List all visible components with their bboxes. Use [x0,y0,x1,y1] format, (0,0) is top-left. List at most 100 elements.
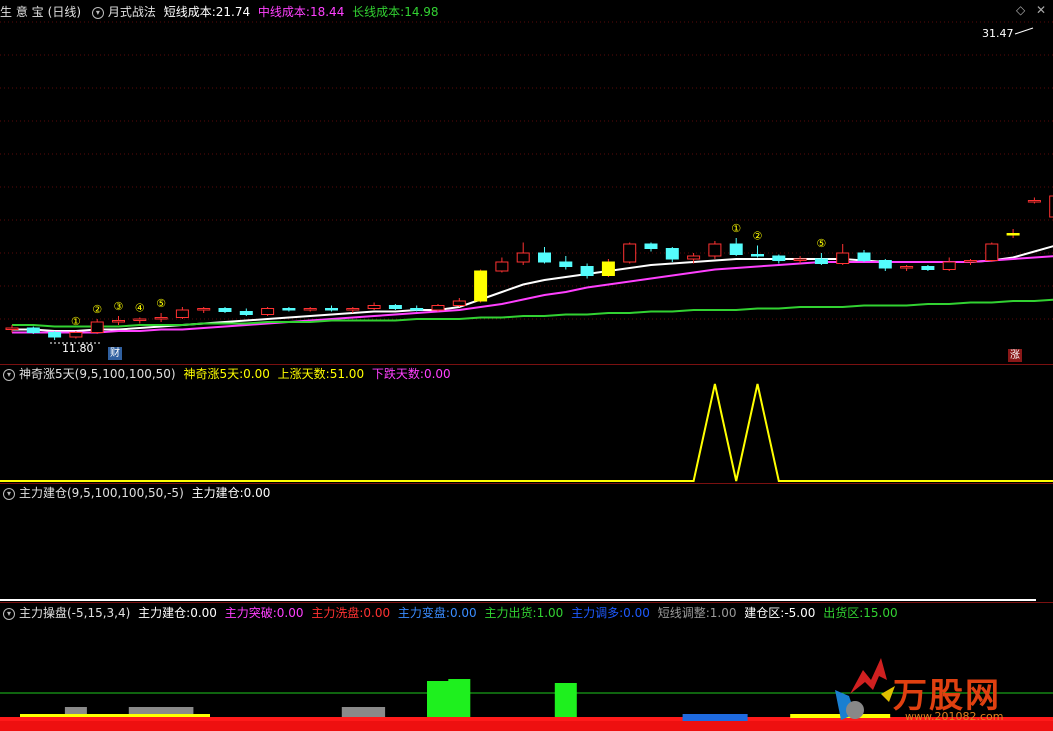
op-build-value: 0.00 [190,606,217,620]
candle-body [261,308,275,315]
circled-marker: ① [731,222,741,235]
operation-header: ▾ 主力操盘(-5,15,3,4) 主力建仓:0.00 主力突破:0.00 主力洗… [0,604,902,622]
magic-rise-title[interactable]: 神奇涨5天(9,5,100,100,50) [19,367,176,381]
operation-title[interactable]: 主力操盘(-5,15,3,4) [19,606,130,620]
down-days-label: 下跌天数: [371,367,424,381]
adjust-bar [341,707,364,717]
cai-badge[interactable]: 财 [108,347,122,360]
high-price-label: 31.47 [982,27,1014,40]
op-ship-label: 主力出货: [484,606,537,620]
indicator-name[interactable]: 月式战法 [108,5,156,19]
candle-body [452,300,466,306]
magic-rise-panel[interactable]: ▾ 神奇涨5天(9,5,100,100,50) 神奇涨5天: 0.00 上涨天数:5… [0,365,1053,483]
period-label[interactable]: (日线) [48,5,81,19]
close-icon[interactable]: ✕ [1036,3,1046,17]
ma-line-0 [12,245,1053,332]
candle-body [410,308,424,311]
circled-marker: ② [753,230,763,243]
low-price-label: 11.80 [62,342,94,355]
main-chart-panel[interactable]: ①②③④⑤①②⑤ 生 意 宝 (日线) ▾ 月式战法 短线成本:21.74 中线成本… [0,0,1053,364]
indicator-toggle-icon[interactable]: ▾ [3,487,15,500]
candle-body [708,243,722,257]
build-position-panel[interactable]: ▾ 主力建仓(9,5,100,100,50,-5) 主力建仓:0.00 [0,484,1053,602]
adjust-bar [363,707,386,717]
circled-marker: ⑤ [156,297,166,310]
stock-name[interactable]: 生 意 宝 [0,5,44,19]
ship-bar [427,681,449,717]
main-header: 生 意 宝 (日线) ▾ 月式战法 短线成本:21.74 中线成本:18.44 长线… [0,3,443,21]
candle-body [1006,233,1020,236]
mid-cost-label: 中线成本: [257,5,310,19]
candle-body [239,311,253,315]
candle-body [48,332,62,338]
op-long-value: 0.00 [623,606,650,620]
short-cost-value: 21.74 [215,5,251,19]
build-position-title[interactable]: 主力建仓(9,5,100,100,50,-5) [19,486,184,500]
candlestick-chart[interactable]: ①② ③ ④ ⑤①②⑤ [0,0,1053,364]
candle-body [942,261,956,270]
op-ship-value: 1.00 [536,606,564,620]
mid-cost-value: 18.44 [309,5,345,19]
short-cost-label: 短线成本: [163,5,216,19]
candle-body [814,258,828,264]
long-cost-value: 14.98 [404,5,439,19]
candle-body [26,327,40,333]
candle-body [197,308,211,311]
indicator-toggle-icon[interactable]: ▾ [91,6,104,19]
candle-body [346,308,360,311]
diamond-icon[interactable]: ◇ [1016,3,1025,17]
ship-bar [448,679,471,717]
candle-body [665,248,679,260]
candle-body [964,260,977,263]
build-position-label: 主力建仓: [191,486,244,500]
zone-band-yellow [20,714,210,717]
candle-body [878,260,892,269]
candle-body [1027,200,1041,203]
candle-body [623,243,637,263]
candle-body [367,305,381,309]
ship-bar [554,683,577,717]
zhang-badge[interactable]: 涨 [1008,349,1022,362]
magic-rise-header: ▾ 神奇涨5天(9,5,100,100,50) 神奇涨5天: 0.00 上涨天数:5… [0,365,455,383]
watermark-logo: 万股网 www.201082.com [835,650,1050,730]
circled-marker: ⑤ [816,237,826,250]
op-build-zone-label: 建仓区: [744,606,785,620]
candle-body [133,318,147,321]
candle-body [921,266,935,270]
candle-body [474,270,488,302]
circled-marker: ② [92,303,102,316]
candle-body [516,252,530,263]
up-days-value: 51.00 [329,367,365,381]
candle-body [282,308,296,311]
candle-body [388,305,402,309]
candle-body [836,252,850,264]
candle-body [218,308,232,312]
candle-body [325,308,338,311]
op-change-value: 0.00 [449,606,477,620]
op-break-value: 0.00 [276,606,304,620]
op-adjust-value: 1.00 [709,606,737,620]
build-position-header: ▾ 主力建仓(9,5,100,100,50,-5) 主力建仓:0.00 [0,484,274,502]
zone-band-blue [682,714,748,721]
candle-body [559,261,573,267]
indicator-toggle-icon[interactable]: ▾ [3,368,15,381]
candle-body [112,320,125,323]
op-adjust-label: 短线调整: [657,606,710,620]
candle-body [601,261,615,276]
op-wash-label: 主力洗盘: [311,606,364,620]
build-position-value: 0.00 [243,486,271,500]
candle-body [495,261,509,272]
op-break-label: 主力突破: [224,606,277,620]
candle-body [793,258,807,261]
candle-body [985,243,999,261]
up-days-label: 上涨天数: [277,367,330,381]
down-days-value: 0.00 [423,367,451,381]
candle-body [857,252,871,261]
op-change-label: 主力变盘: [397,606,450,620]
op-build-label: 主力建仓: [138,606,191,620]
candle-body [729,243,743,255]
magic-rise-label: 神奇涨5天: [183,367,244,381]
candle-body [303,308,317,311]
op-long-label: 主力调多: [571,606,624,620]
indicator-toggle-icon[interactable]: ▾ [3,607,15,620]
